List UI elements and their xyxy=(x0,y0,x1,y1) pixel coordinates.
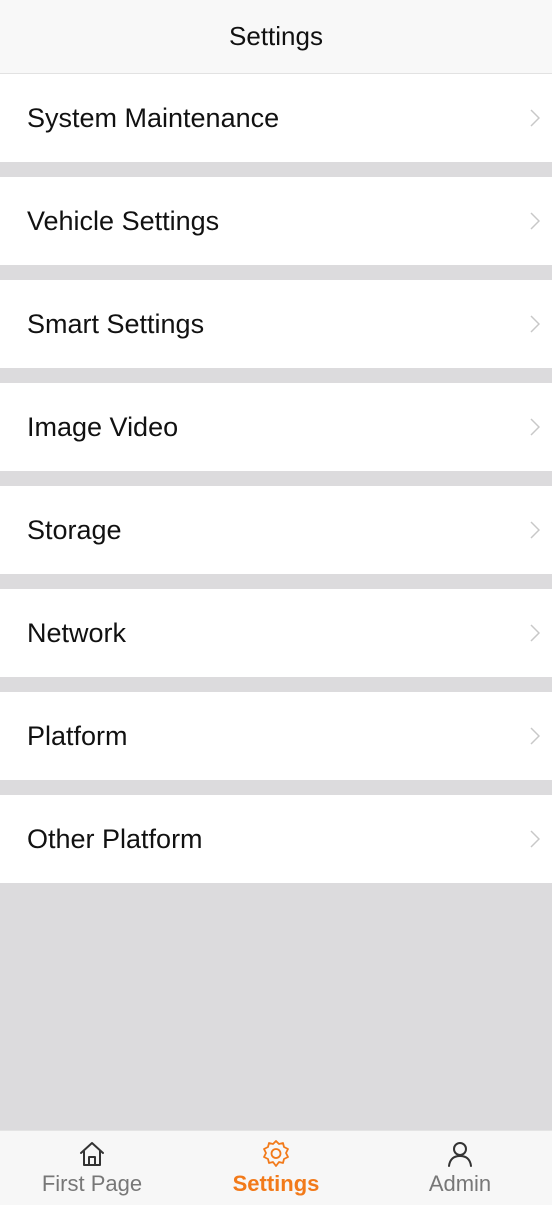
menu-item-label: Other Platform xyxy=(27,823,203,854)
tab-first-page[interactable]: First Page xyxy=(12,1139,172,1197)
menu-item-label: Platform xyxy=(27,720,128,751)
user-icon xyxy=(445,1139,475,1169)
menu-item-system-maintenance[interactable]: System Maintenance xyxy=(0,74,552,162)
chevron-right-icon xyxy=(528,726,542,746)
chevron-right-icon xyxy=(528,623,542,643)
menu-item-image-video[interactable]: Image Video xyxy=(0,383,552,471)
chevron-right-icon xyxy=(528,314,542,334)
menu-item-label: Vehicle Settings xyxy=(27,205,220,236)
menu-item-label: Storage xyxy=(27,514,122,545)
tab-label: First Page xyxy=(41,1171,143,1196)
menu-item-label: System Maintenance xyxy=(27,102,280,133)
menu-item-platform[interactable]: Platform xyxy=(0,692,552,780)
menu-item-vehicle-settings[interactable]: Vehicle Settings xyxy=(0,177,552,265)
menu-item-storage[interactable]: Storage xyxy=(0,486,552,574)
menu-item-smart-settings[interactable]: Smart Settings xyxy=(0,280,552,368)
home-icon xyxy=(77,1139,107,1169)
chevron-right-icon xyxy=(528,829,542,849)
page-title: Settings xyxy=(229,21,323,51)
menu-item-other-platform[interactable]: Other Platform xyxy=(0,795,552,883)
menu-item-network[interactable]: Network xyxy=(0,589,552,677)
tab-settings[interactable]: Settings xyxy=(196,1139,356,1197)
bottom-tab-bar: First Page Settings Admin xyxy=(0,1130,552,1205)
header-bar: Settings xyxy=(0,0,552,74)
menu-item-label: Network xyxy=(27,617,127,648)
chevron-right-icon xyxy=(528,417,542,437)
chevron-right-icon xyxy=(528,520,542,540)
tab-admin[interactable]: Admin xyxy=(380,1139,540,1197)
tab-label: Admin xyxy=(428,1171,492,1196)
menu-item-label: Image Video xyxy=(27,411,179,442)
settings-menu: System Maintenance Vehicle Settings Smar… xyxy=(0,74,552,883)
chevron-right-icon xyxy=(528,108,542,128)
gear-icon xyxy=(261,1139,291,1169)
chevron-right-icon xyxy=(528,211,542,231)
menu-item-label: Smart Settings xyxy=(27,308,205,339)
tab-label: Settings xyxy=(232,1171,320,1196)
